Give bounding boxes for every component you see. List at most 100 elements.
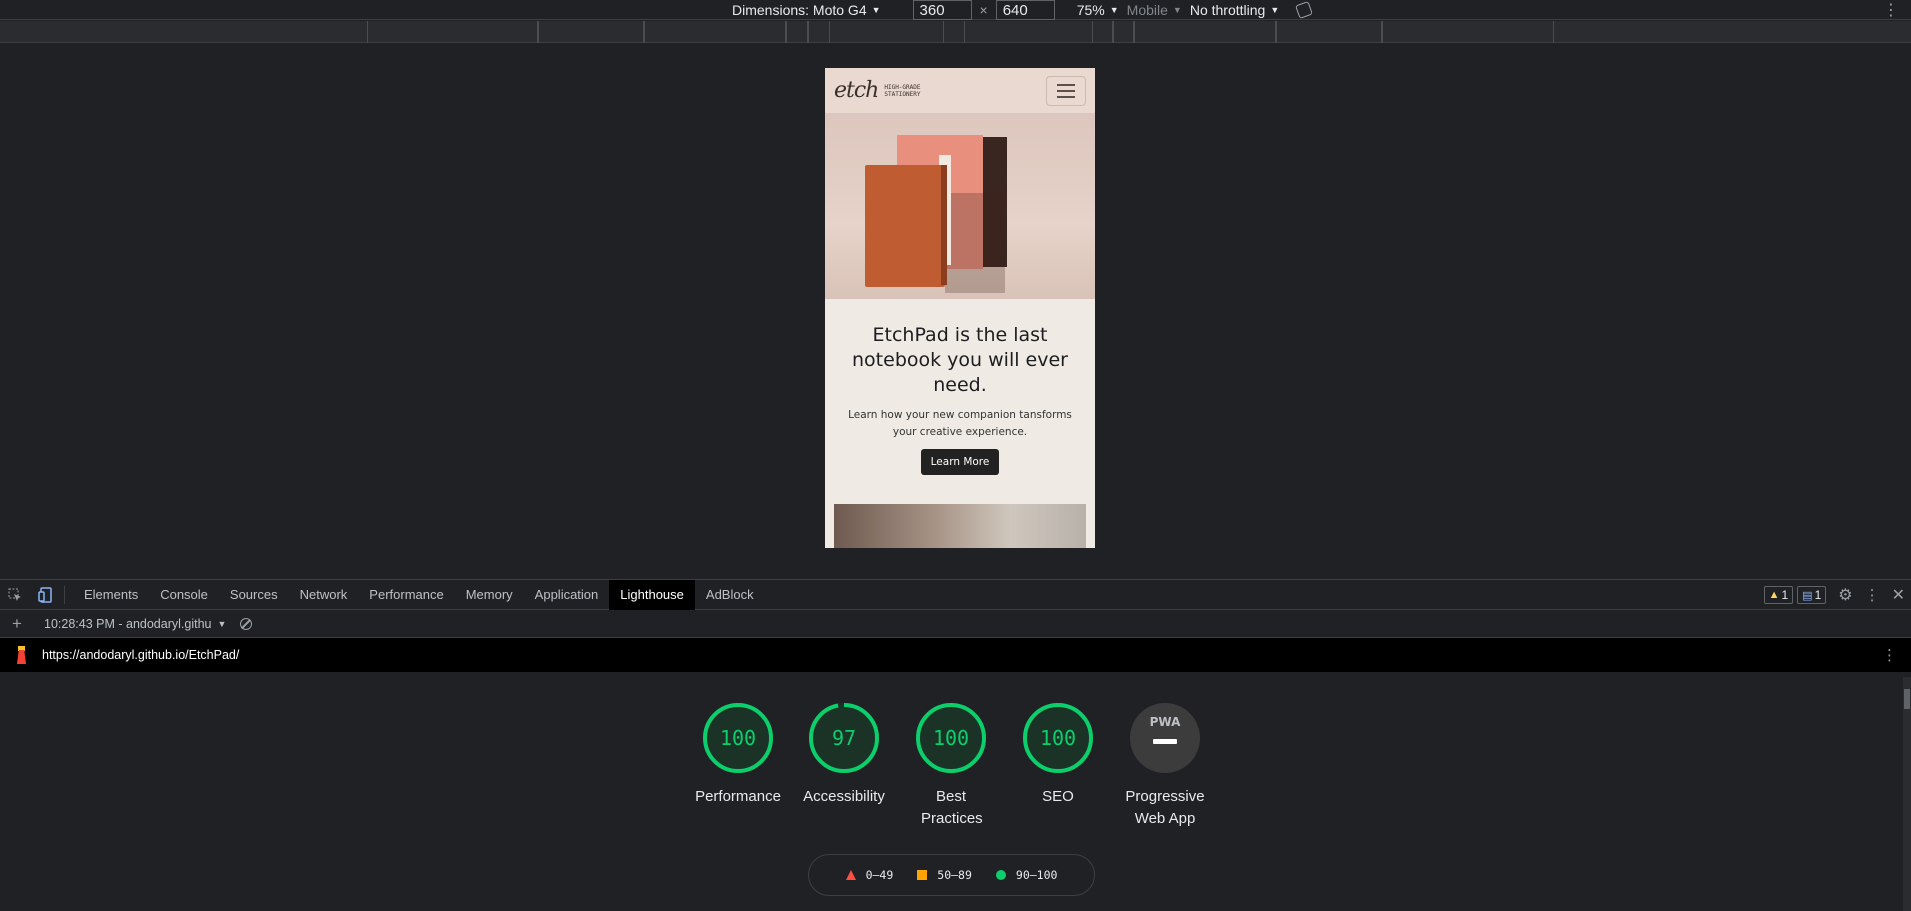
device-toggle-icon[interactable] <box>30 580 60 610</box>
gauge-accessibility-ring: 97 <box>809 703 879 773</box>
hero-image <box>825 113 1095 299</box>
report-select-label: 10:28:43 PM - andodaryl.githu <box>44 616 212 631</box>
caret-down-icon: ▼ <box>1270 5 1280 15</box>
media-query-segment[interactable] <box>1382 21 1554 43</box>
gauge-accessibility[interactable]: 97 Accessibility <box>784 702 904 808</box>
gauge-best-practices-label: Best Practices <box>921 788 983 827</box>
more-options-icon[interactable]: ⋮ <box>1883 0 1899 20</box>
tab-console[interactable]: Console <box>149 580 219 610</box>
caret-down-icon: ▼ <box>1172 5 1182 15</box>
media-query-segment[interactable] <box>644 21 786 43</box>
clear-reports-icon[interactable] <box>240 617 253 630</box>
warning-icon: ▲ <box>1768 589 1780 601</box>
report-scrollbar[interactable] <box>1903 677 1911 911</box>
hero-text: EtchPad is the last notebook you will ev… <box>825 299 1095 475</box>
tab-elements[interactable]: Elements <box>73 580 149 610</box>
logo-tagline-line1: HIGH-GRADE <box>884 83 921 91</box>
tab-memory[interactable]: Memory <box>455 580 524 610</box>
media-query-segment[interactable] <box>367 21 538 43</box>
tabbar-divider <box>64 585 65 604</box>
learn-more-button[interactable]: Learn More <box>920 449 1000 475</box>
legend-pass: 90–100 <box>995 868 1058 882</box>
media-query-segment[interactable] <box>943 21 965 43</box>
settings-gear-icon[interactable]: ⚙ <box>1838 585 1852 605</box>
throttling-select[interactable]: No throttling ▼ <box>1190 2 1279 18</box>
device-toolbar: Dimensions: Moto G4 ▼ × 75% ▼ Mobile ▼ N… <box>0 0 1911 20</box>
tab-adblock[interactable]: AdBlock <box>695 580 765 610</box>
hamburger-bar <box>1057 83 1075 86</box>
zoom-select[interactable]: 75% ▼ <box>1077 2 1119 18</box>
gauge-performance-ring: 100 <box>703 703 773 773</box>
pwa-badge-icon: PWA <box>1130 703 1200 773</box>
logo-script: etch <box>834 78 879 103</box>
hero-subtitle: Learn how your new companion tansforms y… <box>848 409 1072 438</box>
report-select[interactable]: 10:28:43 PM - andodaryl.githu ▼ <box>44 617 226 631</box>
gauge-performance-value: 100 <box>720 726 756 750</box>
report-url[interactable]: https://andodaryl.github.io/EtchPad/ <box>42 648 239 662</box>
device-select[interactable]: Dimensions: Moto G4 ▼ <box>732 2 881 18</box>
media-query-segment[interactable] <box>1134 21 1276 43</box>
gauge-best-practices[interactable]: 100 Best Practices <box>891 702 1011 830</box>
device-select-label: Dimensions: Moto G4 <box>732 2 867 18</box>
new-report-icon[interactable]: + <box>0 614 34 634</box>
gauge-seo-ring: 100 <box>1023 703 1093 773</box>
device-type-label: Mobile <box>1126 2 1168 18</box>
zoom-label: 75% <box>1076 2 1105 18</box>
tab-performance[interactable]: Performance <box>358 580 454 610</box>
media-query-segment[interactable] <box>1092 21 1113 43</box>
gauge-seo-label: SEO <box>1042 788 1074 805</box>
gauge-best-practices-value: 100 <box>933 726 969 750</box>
messages-badge[interactable]: ▤ 1 <box>1797 586 1827 604</box>
width-input[interactable] <box>912 0 972 20</box>
devtools-menu-icon[interactable]: ⋮ <box>1865 586 1880 604</box>
hamburger-bar <box>1057 95 1075 98</box>
rotate-icon[interactable] <box>1295 1 1314 19</box>
site-logo[interactable]: etch HIGH-GRADE STATIONERY <box>834 78 920 103</box>
average-square-icon <box>917 870 928 880</box>
warnings-badge[interactable]: ▲ 1 <box>1763 586 1794 604</box>
notebook-front-edge <box>941 165 947 285</box>
throttling-label: No throttling <box>1189 2 1266 18</box>
gauge-seo[interactable]: 100 SEO <box>998 702 1118 808</box>
device-toolbar-controls: Dimensions: Moto G4 ▼ × 75% ▼ Mobile ▼ N… <box>732 0 1314 20</box>
report-menu-icon[interactable]: ⋮ <box>1882 646 1897 664</box>
warnings-count: 1 <box>1781 588 1789 602</box>
tab-sources[interactable]: Sources <box>219 580 289 610</box>
tab-application[interactable]: Application <box>524 580 610 610</box>
device-viewport: etch HIGH-GRADE STATIONERY EtchPad is th… <box>825 68 1095 548</box>
gauge-performance-label: Performance <box>695 788 781 805</box>
scrollbar-thumb[interactable] <box>1904 689 1910 709</box>
gauge-performance[interactable]: 100 Performance <box>678 702 798 808</box>
gauge-pwa[interactable]: PWA Progressive Web App <box>1105 702 1225 830</box>
media-query-segment[interactable] <box>786 21 808 43</box>
score-legend: 0–49 50–89 90–100 <box>808 854 1095 896</box>
logo-tagline-line2: STATIONERY <box>884 90 921 98</box>
media-query-segment[interactable] <box>1276 21 1382 43</box>
tab-lighthouse[interactable]: Lighthouse <box>609 579 695 610</box>
gauge-pwa-label: Progressive Web App <box>1125 788 1205 827</box>
caret-down-icon: ▼ <box>1109 5 1119 15</box>
caret-down-icon: ▼ <box>871 5 881 15</box>
tab-network[interactable]: Network <box>289 580 359 610</box>
legend-average: 50–89 <box>917 868 972 882</box>
hamburger-bar <box>1057 89 1075 92</box>
caret-down-icon: ▼ <box>217 618 227 629</box>
inspect-element-icon[interactable] <box>0 580 30 610</box>
height-input[interactable] <box>995 0 1055 20</box>
pwa-badge-text: PWA <box>1150 715 1181 729</box>
gauge-best-practices-ring: 100 <box>916 703 986 773</box>
media-query-segment[interactable] <box>538 21 644 43</box>
close-icon[interactable]: ✕ <box>1892 585 1905 605</box>
score-gauges: 100 Performance 97 Accessibility 100 Bes… <box>0 702 1911 842</box>
legend-average-range: 50–89 <box>937 868 972 882</box>
legend-fail-range: 0–49 <box>865 868 894 882</box>
menu-toggle-button[interactable] <box>1046 75 1086 106</box>
gauge-accessibility-label: Accessibility <box>803 788 885 805</box>
legend-pass-range: 90–100 <box>1015 868 1058 882</box>
pass-circle-icon <box>995 870 1006 880</box>
message-icon: ▤ <box>1802 589 1813 602</box>
media-query-segment[interactable] <box>1113 21 1134 43</box>
device-type-select[interactable]: Mobile ▼ <box>1127 2 1182 18</box>
legend-fail: 0–49 <box>845 868 894 882</box>
media-query-segment[interactable] <box>808 21 830 43</box>
